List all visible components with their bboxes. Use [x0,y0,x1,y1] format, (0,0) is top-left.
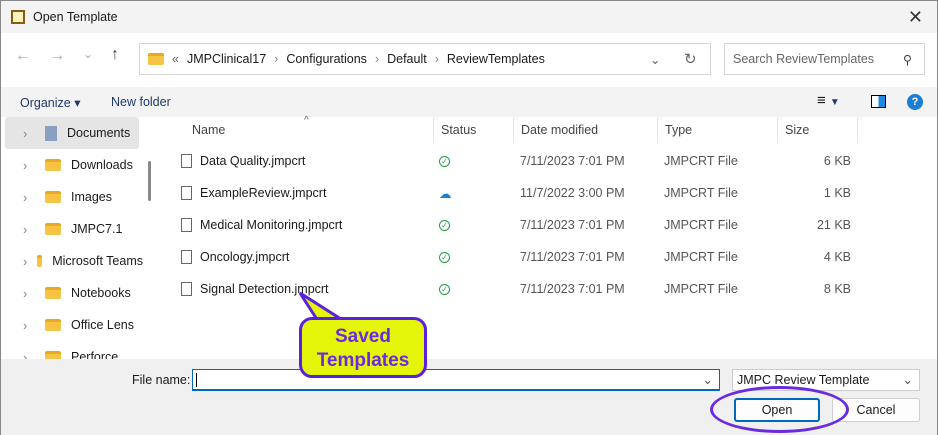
synced-check-icon: ✓ [439,219,450,231]
file-name-input[interactable]: ⌄ [192,369,720,391]
sidebar-scrollbar[interactable] [148,161,151,201]
file-icon [181,218,192,232]
file-name: ExampleReview.jmpcrt [200,186,327,200]
file-icon [181,282,192,296]
file-type: JMPCRT File [664,250,738,264]
file-list: ^ Name Status Date modified Type Size Da… [159,115,937,359]
file-size: 6 KB [823,154,851,168]
sidebar-item-images[interactable]: › Images [1,181,143,213]
file-size: 4 KB [823,250,851,264]
file-date: 7/11/2023 7:01 PM [520,154,625,168]
close-icon[interactable]: ✕ [908,7,923,28]
synced-check-icon: ✓ [439,251,450,263]
column-header-type[interactable]: Type [658,117,778,143]
sidebar-item-notebooks[interactable]: › Notebooks [1,277,143,309]
file-date: 7/11/2023 7:01 PM [520,282,625,296]
file-name: Data Quality.jmpcrt [200,154,306,168]
forward-icon[interactable]: → [49,47,65,65]
synced-check-icon: ✓ [439,283,450,295]
folder-icon [45,319,61,331]
file-icon [181,154,192,168]
folder-icon [45,223,61,235]
column-header-date[interactable]: Date modified [514,117,658,143]
folder-icon [148,53,164,65]
file-row[interactable]: ExampleReview.jmpcrt ☁ 11/7/2022 3:00 PM… [159,177,859,209]
sidebar-item-jmpc71[interactable]: › JMPC7.1 [1,213,143,245]
file-row[interactable]: Medical Monitoring.jmpcrt ✓ 7/11/2023 7:… [159,209,859,241]
folder-icon [45,159,61,171]
search-input[interactable]: Search ReviewTemplates ⚲ [724,43,925,75]
file-row[interactable]: Signal Detection.jmpcrt ✓ 7/11/2023 7:01… [159,273,859,305]
file-row[interactable]: Oncology.jmpcrt ✓ 7/11/2023 7:01 PM JMPC… [159,241,859,273]
sidebar-item-perforce[interactable]: › Perforce [1,341,143,359]
search-icon[interactable]: ⚲ [903,52,912,67]
cloud-icon: ☁ [439,186,452,201]
navigation-pane: › Documents › Downloads › Images › JMPC7.1 ›… [1,117,143,359]
breadcrumb-jmpclinical17[interactable]: JMPClinical17 [187,52,266,66]
file-type: JMPCRT File [664,218,738,232]
address-bar[interactable]: « JMPClinical17 › Configurations › Default… [139,43,711,75]
file-name-label: File name: [132,373,191,387]
file-size: 21 KB [816,218,851,232]
file-name: Medical Monitoring.jmpcrt [200,218,343,232]
file-type: JMPCRT File [664,282,738,296]
folder-icon [45,351,61,359]
folder-icon [37,255,43,267]
search-placeholder: Search ReviewTemplates [733,52,875,66]
view-menu-icon[interactable]: ≡ ▼ [817,92,840,109]
open-button-highlight-ellipse [710,386,849,433]
recent-chevron-icon[interactable]: ⌄ [83,47,93,61]
folder-icon [45,191,61,203]
column-header-name[interactable]: Name [185,117,434,143]
synced-check-icon: ✓ [439,155,450,167]
toolbar: Organize ▾ New folder ≡ ▼ ? [1,87,937,117]
refresh-icon[interactable]: ↻ [684,50,697,68]
sidebar-item-microsoft-teams[interactable]: › Microsoft Teams [1,245,143,277]
new-folder-button[interactable]: New folder [111,95,171,109]
sidebar-item-documents[interactable]: › Documents [5,117,139,149]
breadcrumb-configurations[interactable]: Configurations [286,52,367,66]
folder-icon [45,287,61,299]
file-icon [181,186,192,200]
address-dropdown-icon[interactable]: ⌄ [650,52,660,67]
organize-button[interactable]: Organize ▾ [20,95,80,110]
file-size: 8 KB [823,282,851,296]
sidebar-item-downloads[interactable]: › Downloads [1,149,143,181]
documents-icon [45,125,57,141]
file-name: Oncology.jmpcrt [200,250,290,264]
column-header-size[interactable]: Size [778,117,858,143]
file-date: 7/11/2023 7:01 PM [520,218,625,232]
breadcrumb-default[interactable]: Default [387,52,427,66]
open-template-dialog: Open Template ✕ ← → ⌄ ↑ « JMPClinical17 ›… [0,0,938,435]
file-date: 7/11/2023 7:01 PM [520,250,625,264]
file-date: 11/7/2022 3:00 PM [520,186,625,200]
file-size: 1 KB [823,186,851,200]
app-icon [11,10,25,24]
file-icon [181,250,192,264]
window-title: Open Template [33,10,118,24]
breadcrumb-reviewtemplates[interactable]: ReviewTemplates [447,52,545,66]
file-type: JMPCRT File [664,186,738,200]
column-header-status[interactable]: Status [434,117,514,143]
overflow-crumb[interactable]: « [172,52,179,66]
chevron-down-icon: ⌄ [902,373,913,387]
file-type: JMPCRT File [664,154,738,168]
up-icon[interactable]: ↑ [111,46,119,64]
saved-templates-callout: Saved Templates [299,317,427,378]
file-name-dropdown-icon[interactable]: ⌄ [703,372,713,387]
help-icon[interactable]: ? [907,94,923,110]
title-bar: Open Template ✕ [1,1,937,33]
back-icon[interactable]: ← [15,47,31,65]
sidebar-item-office-lens[interactable]: › Office Lens [1,309,143,341]
file-row[interactable]: Data Quality.jmpcrt ✓ 7/11/2023 7:01 PM … [159,145,859,177]
preview-pane-icon[interactable] [871,95,886,108]
